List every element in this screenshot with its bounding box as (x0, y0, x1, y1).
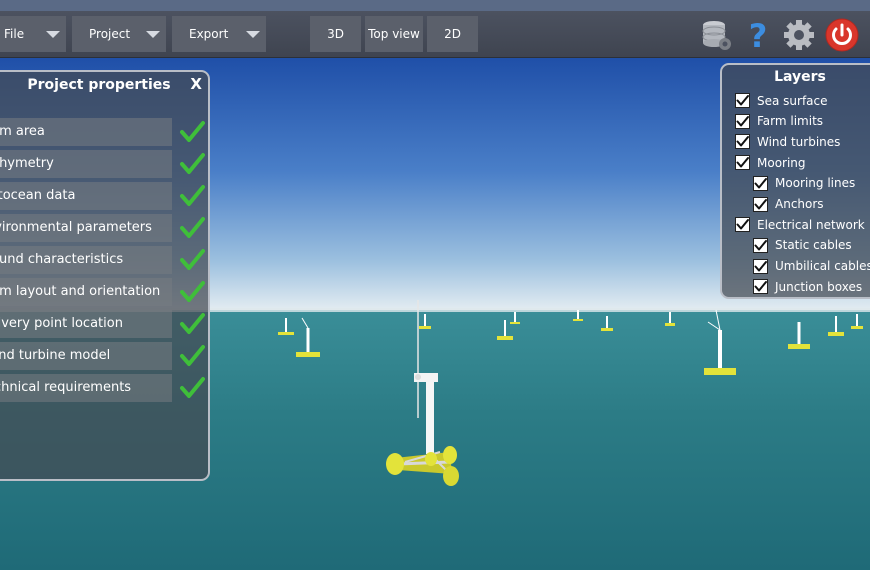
layer-checkbox[interactable] (735, 93, 750, 108)
layer-checkbox[interactable] (753, 196, 768, 212)
layer-checkbox[interactable] (753, 175, 768, 191)
layer-toggle-row[interactable]: Static cables (753, 237, 852, 253)
project-item-row[interactable]: arm area (0, 118, 172, 146)
view-3d-button[interactable]: 3D (310, 16, 361, 52)
project-item-row[interactable]: nvironmental parameters (0, 214, 172, 242)
layer-toggle-row[interactable]: Electrical network (735, 217, 865, 233)
view-2d-label: 2D (444, 27, 461, 41)
project-properties-panel: Project properties X arm area athymetry le… (0, 70, 210, 481)
layers-panel: Layers Sea surface Farm limits Wind turbin… (720, 63, 870, 299)
export-menu-button[interactable]: Export (172, 16, 266, 52)
file-menu-button[interactable]: File (0, 16, 66, 52)
layer-checkbox[interactable] (735, 134, 750, 150)
project-item-label: arm layout and orientation (0, 284, 161, 299)
chevron-down-icon (246, 30, 260, 38)
project-menu-label: Project (89, 27, 131, 41)
help-icon[interactable]: ? (741, 18, 775, 52)
layer-toggle-row[interactable]: Mooring (735, 155, 806, 171)
project-item-row[interactable]: elivery point location (0, 310, 172, 338)
view-3d-label: 3D (327, 27, 344, 41)
svg-text:?: ? (749, 18, 768, 52)
file-menu-label: File (4, 27, 25, 41)
project-item-row[interactable]: arm layout and orientation (0, 278, 172, 306)
top-view-button[interactable]: Top view (365, 16, 423, 52)
layer-checkbox[interactable] (735, 217, 750, 233)
checkmark-icon (179, 151, 205, 177)
chevron-down-icon (46, 30, 60, 38)
panel-title: Project properties (27, 77, 171, 93)
close-button[interactable]: X (190, 75, 202, 93)
layer-label: Umbilical cables (775, 259, 870, 274)
view-2d-button[interactable]: 2D (427, 16, 478, 52)
checkmark-icon (179, 247, 205, 273)
layer-toggle-row[interactable]: Junction boxes (753, 279, 863, 295)
layer-label: Sea surface (757, 93, 828, 108)
export-menu-label: Export (189, 27, 229, 41)
gear-icon[interactable] (782, 18, 816, 52)
project-menu-button[interactable]: Project (72, 16, 166, 52)
layer-toggle-row[interactable]: Wind turbines (735, 134, 841, 150)
layer-label: Mooring (757, 155, 806, 170)
project-item-label: Vind turbine model (0, 348, 111, 363)
project-item-label: nvironmental parameters (0, 220, 152, 235)
layer-label: Junction boxes (775, 279, 863, 294)
layer-label: Farm limits (757, 114, 824, 129)
layer-label: Mooring lines (775, 176, 856, 191)
top-view-label: Top view (368, 27, 420, 41)
layer-checkbox[interactable] (753, 258, 768, 274)
checkmark-icon (179, 375, 205, 401)
layer-checkbox[interactable] (735, 155, 750, 171)
checkmark-icon (179, 119, 205, 145)
layer-label: Static cables (775, 238, 852, 253)
project-item-label: arm area (0, 124, 45, 139)
main-toolbar: File Project Export 3D Top view 2D ? (0, 11, 870, 58)
checkmark-icon (179, 183, 205, 209)
project-item-label: letocean data (0, 188, 76, 203)
project-properties-header: Project properties X (0, 72, 208, 96)
power-icon[interactable] (825, 18, 859, 52)
layer-checkbox[interactable] (735, 113, 750, 129)
layer-toggle-row[interactable]: Farm limits (735, 113, 824, 129)
project-item-row[interactable]: letocean data (0, 182, 172, 210)
chevron-down-icon (146, 30, 160, 38)
project-item-row[interactable]: athymetry (0, 150, 172, 178)
project-item-label: athymetry (0, 156, 54, 171)
layers-panel-title: Layers (774, 69, 826, 85)
database-settings-icon[interactable] (700, 18, 734, 52)
project-item-row[interactable]: round characteristics (0, 246, 172, 274)
layer-checkbox[interactable] (753, 279, 768, 295)
project-item-row[interactable]: echnical requirements (0, 374, 172, 402)
project-item-label: echnical requirements (0, 380, 132, 395)
checkmark-icon (179, 215, 205, 241)
project-item-label: round characteristics (0, 252, 124, 267)
window-top-strip (0, 0, 870, 11)
layer-toggle-row[interactable]: Anchors (753, 196, 824, 212)
layer-label: Electrical network (757, 217, 865, 232)
layer-toggle-row[interactable]: Sea surface (735, 93, 828, 108)
layer-toggle-row[interactable]: Umbilical cables (753, 258, 870, 274)
checkmark-icon (179, 279, 205, 305)
layer-label: Wind turbines (757, 134, 841, 149)
checkmark-icon (179, 343, 205, 369)
project-item-row[interactable]: Vind turbine model (0, 342, 172, 370)
checkmark-icon (179, 311, 205, 337)
layer-checkbox[interactable] (753, 237, 768, 253)
project-item-label: elivery point location (0, 316, 123, 331)
layer-label: Anchors (775, 197, 824, 211)
layer-toggle-row[interactable]: Mooring lines (753, 175, 856, 191)
